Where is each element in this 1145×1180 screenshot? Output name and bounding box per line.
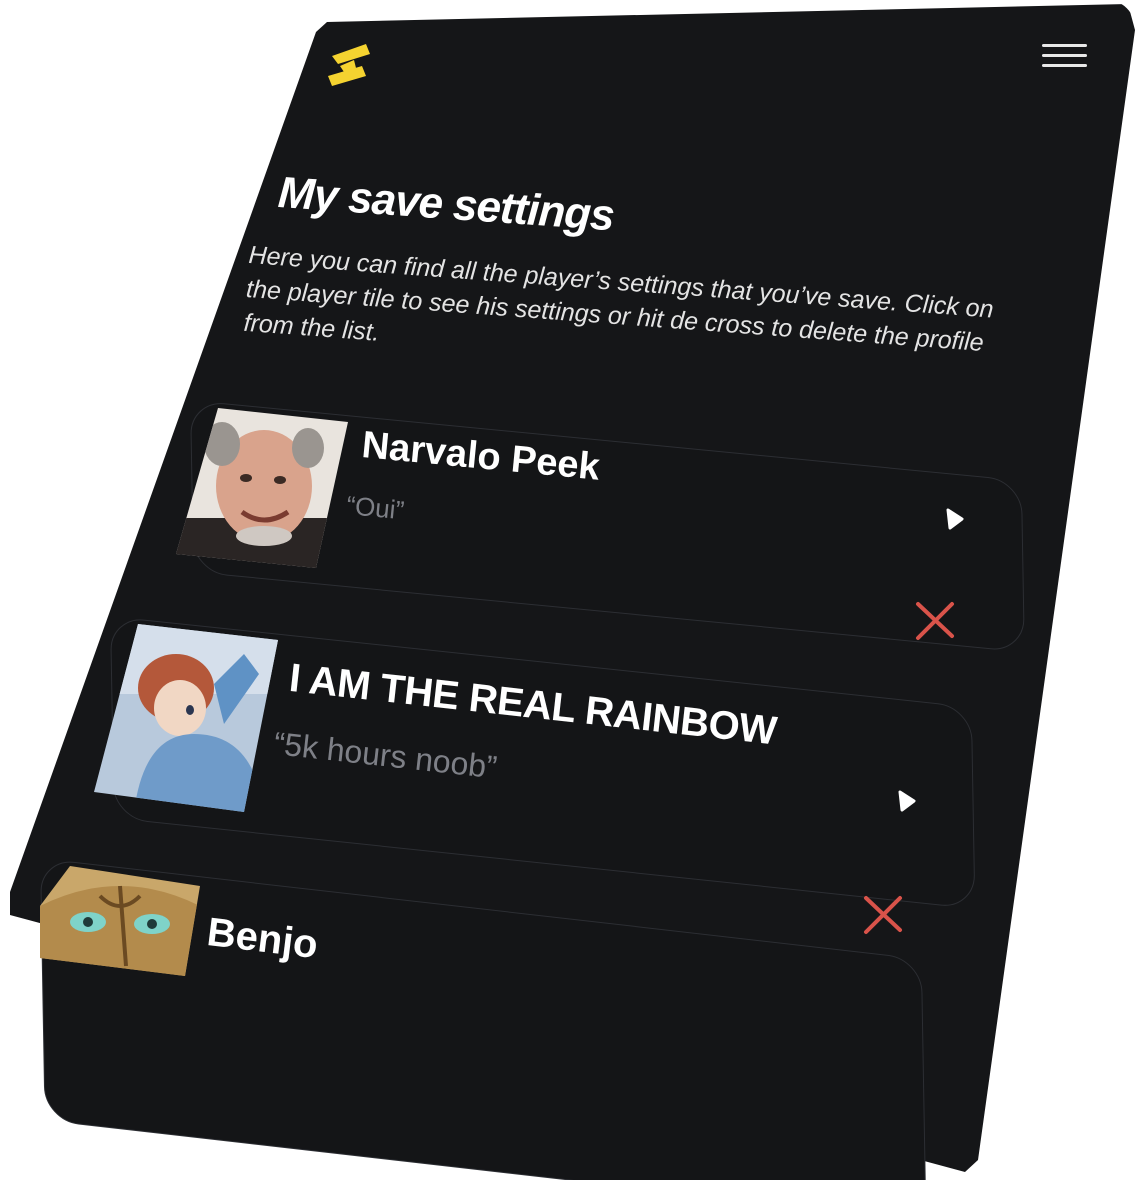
delete-profile-button[interactable]	[912, 598, 958, 644]
hamburger-menu-icon[interactable]	[1040, 40, 1090, 74]
mobile-mockup: My save settings Here you can find all t…	[0, 0, 1145, 1180]
page-title: My save settings	[276, 168, 616, 241]
play-icon[interactable]	[944, 506, 966, 532]
player-avatar	[40, 866, 200, 976]
player-quote: “Oui”	[345, 490, 406, 526]
play-icon[interactable]	[896, 788, 918, 814]
app-screen: My save settings Here you can find all t…	[0, 0, 1145, 1180]
delete-profile-button[interactable]	[860, 892, 906, 938]
brand-logo-icon[interactable]	[326, 42, 374, 88]
page-description: Here you can find all the player’s setti…	[242, 240, 995, 357]
